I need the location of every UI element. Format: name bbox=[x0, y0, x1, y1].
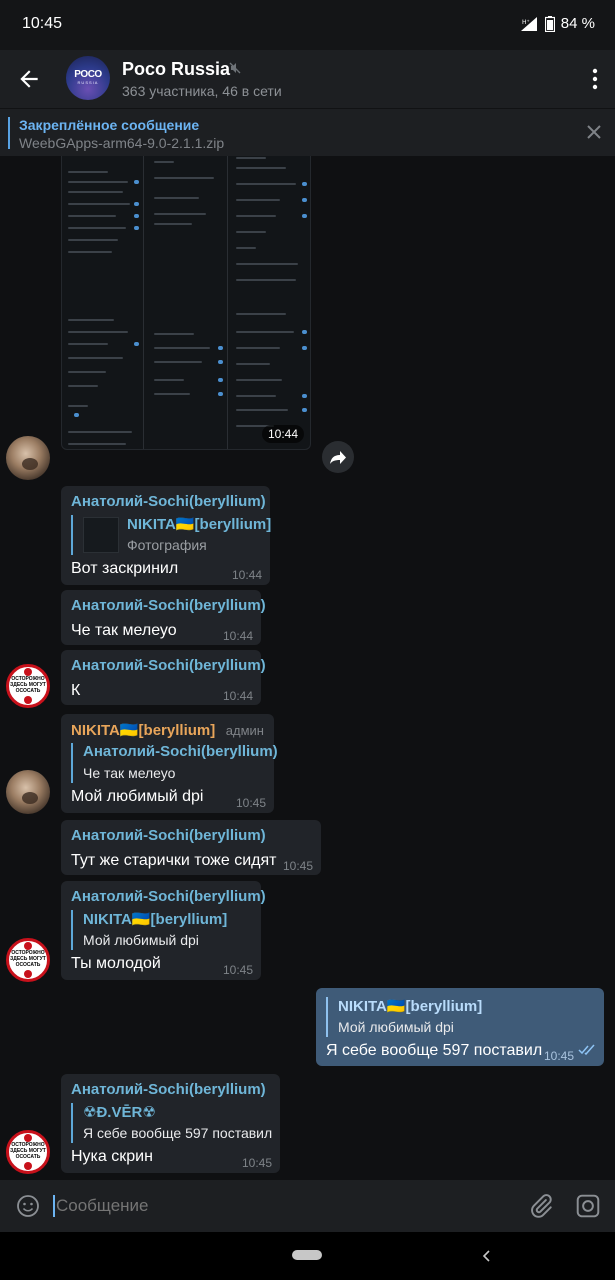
reply-name: Анатолий-Sochi(beryllium) bbox=[83, 743, 278, 760]
close-icon[interactable] bbox=[585, 123, 603, 141]
pinned-bar bbox=[8, 117, 10, 149]
message-bubble[interactable]: Анатолий-Sochi(beryllium) NIKITA🇺🇦[beryl… bbox=[61, 486, 271, 585]
message-input[interactable] bbox=[56, 1196, 456, 1216]
group-title[interactable]: Poco Russia bbox=[122, 59, 230, 80]
reply-text: Мой любимый dpi bbox=[338, 1019, 454, 1035]
reply-name: NIKITA🇺🇦[beryllium] bbox=[338, 998, 483, 1015]
sender-name[interactable]: Анатолий-Sochi(beryllium) bbox=[71, 657, 266, 674]
message-bubble[interactable]: NIKITA🇺🇦[beryllium] админ Анатолий-Sochi… bbox=[61, 714, 278, 813]
svg-text:H⁺: H⁺ bbox=[522, 19, 530, 26]
reply-preview[interactable]: NIKITA🇺🇦[beryllium] Мой любимый dpi bbox=[71, 910, 253, 950]
emoji-icon[interactable] bbox=[16, 1194, 40, 1218]
text-caret bbox=[53, 1195, 55, 1217]
avatar-anatoliy-sign[interactable]: ОСТОРОЖНО ЗДЕСЬ МОГУТ ОСОСАТЬ bbox=[6, 1130, 50, 1174]
reply-thumbnail bbox=[83, 517, 119, 553]
message-text: Мой любимый dpi bbox=[71, 788, 204, 805]
more-menu-icon[interactable] bbox=[591, 67, 599, 91]
nav-back-icon[interactable] bbox=[480, 1246, 492, 1266]
group-avatar-sub: RUSSIA bbox=[77, 80, 99, 85]
reply-text: Фотография bbox=[127, 537, 207, 553]
message-text: Тут же старички тоже сидят bbox=[71, 852, 277, 869]
group-avatar[interactable]: POCO RUSSIA bbox=[66, 56, 110, 100]
status-icons: H⁺ 84 % bbox=[520, 15, 595, 32]
battery-percent: 84 % bbox=[560, 15, 595, 32]
battery-icon bbox=[544, 15, 555, 32]
avatar-anatoliy[interactable] bbox=[6, 436, 50, 480]
back-arrow-icon[interactable] bbox=[16, 66, 42, 92]
sender-name[interactable]: Анатолий-Sochi(beryllium) bbox=[71, 1081, 266, 1098]
outgoing-message-bubble[interactable]: NIKITA🇺🇦[beryllium] Мой любимый dpi Я се… bbox=[316, 988, 604, 1066]
chat-header: POCO RUSSIA Poco Russia 363 участника, 4… bbox=[0, 50, 615, 108]
pinned-title: Закреплённое сообщение bbox=[19, 117, 200, 133]
reply-text: Я себе вообще 597 поставил bbox=[83, 1125, 273, 1141]
reply-preview[interactable]: Анатолий-Sochi(beryllium) Че так мелеуо bbox=[71, 743, 278, 783]
reply-name: NIKITA🇺🇦[beryllium] bbox=[83, 911, 228, 928]
mute-icon bbox=[229, 62, 241, 74]
sender-name[interactable]: Анатолий-Sochi(beryllium) bbox=[71, 493, 266, 510]
message-time: 10:45 bbox=[241, 1156, 272, 1170]
reply-text: Че так мелеуо bbox=[83, 765, 176, 781]
signal-icon: H⁺ bbox=[520, 16, 537, 31]
message-text: Ты молодой bbox=[71, 955, 161, 972]
message-time: 10:45 bbox=[543, 1049, 574, 1063]
reply-name: NIKITA🇺🇦[beryllium] bbox=[127, 516, 272, 533]
status-time: 10:45 bbox=[22, 15, 63, 32]
screenshot-col-3 bbox=[230, 156, 310, 449]
photo-time: 10:44 bbox=[261, 425, 304, 443]
system-nav-bar bbox=[0, 1232, 615, 1280]
members-count: 363 участника, 46 в сети bbox=[122, 83, 282, 99]
sender-name[interactable]: NIKITA🇺🇦[beryllium] bbox=[71, 721, 215, 739]
message-text: К bbox=[71, 682, 81, 699]
group-avatar-logo: POCO bbox=[74, 69, 102, 80]
reply-preview[interactable]: NIKITA🇺🇦[beryllium] Мой любимый dpi bbox=[326, 997, 586, 1037]
avatar-sign-text: ОСТОРОЖНО ЗДЕСЬ МОГУТ ОСОСАТЬ bbox=[10, 676, 46, 694]
message-bubble[interactable]: Анатолий-Sochi(beryllium) NIKITA🇺🇦[beryl… bbox=[61, 881, 266, 980]
message-bubble[interactable]: Анатолий-Sochi(beryllium) Тут же старичк… bbox=[61, 820, 321, 875]
message-text: Я себе вообще 597 поставил bbox=[326, 1042, 543, 1059]
sender-name[interactable]: Анатолий-Sochi(beryllium) bbox=[71, 597, 266, 614]
screenshot-col-1 bbox=[62, 156, 144, 449]
avatar-anatoliy-sign[interactable]: ОСТОРОЖНО ЗДЕСЬ МОГУТ ОСОСАТЬ bbox=[6, 664, 50, 708]
admin-badge: админ bbox=[225, 723, 264, 738]
message-text: Нука скрин bbox=[71, 1148, 153, 1165]
photo-message[interactable]: 10:44 bbox=[61, 156, 311, 450]
message-time: 10:45 bbox=[282, 859, 313, 873]
reply-preview[interactable]: ☢Ð.VĒR☢ Я себе вообще 597 поставил bbox=[71, 1103, 273, 1143]
message-text: Че так мелеуо bbox=[71, 622, 177, 639]
message-time: 10:44 bbox=[222, 689, 253, 703]
message-bubble[interactable]: Анатолий-Sochi(beryllium) К 10:44 bbox=[61, 650, 266, 705]
double-check-icon bbox=[578, 1044, 595, 1056]
message-bubble[interactable]: Анатолий-Sochi(beryllium) ☢Ð.VĒR☢ Я себе… bbox=[61, 1074, 280, 1173]
message-text: Вот заскринил bbox=[71, 560, 179, 577]
reply-name: ☢Ð.VĒR☢ bbox=[83, 1104, 156, 1121]
share-button[interactable] bbox=[322, 441, 354, 473]
attach-icon[interactable] bbox=[528, 1193, 554, 1219]
avatar-anatoliy-sign[interactable]: ОСТОРОЖНО ЗДЕСЬ МОГУТ ОСОСАТЬ bbox=[6, 938, 50, 982]
home-button[interactable] bbox=[292, 1250, 322, 1260]
sender-name[interactable]: Анатолий-Sochi(beryllium) bbox=[71, 827, 266, 844]
camera-icon[interactable] bbox=[575, 1193, 601, 1219]
message-bubble[interactable]: Анатолий-Sochi(beryllium) Че так мелеуо … bbox=[61, 590, 266, 645]
avatar-sign-text: ОСТОРОЖНО ЗДЕСЬ МОГУТ ОСОСАТЬ bbox=[10, 950, 46, 968]
avatar-sign-text: ОСТОРОЖНО ЗДЕСЬ МОГУТ ОСОСАТЬ bbox=[10, 1142, 46, 1160]
status-bar: 10:45 H⁺ 84 % bbox=[0, 0, 615, 50]
reply-text: Мой любимый dpi bbox=[83, 932, 199, 948]
reply-preview[interactable]: NIKITA🇺🇦[beryllium] Фотография bbox=[71, 515, 271, 555]
message-time: 10:45 bbox=[235, 796, 266, 810]
share-icon bbox=[330, 451, 346, 464]
pinned-message[interactable]: Закреплённое сообщение WeebGApps-arm64-9… bbox=[0, 108, 615, 156]
message-input-bar bbox=[0, 1180, 615, 1232]
chat-area[interactable]: 10:44 Анатолий-Sochi(beryllium) NIKITA🇺🇦… bbox=[0, 156, 615, 1180]
screenshot-col-2 bbox=[146, 156, 228, 449]
message-time: 10:44 bbox=[222, 629, 253, 643]
sender-name[interactable]: Анатолий-Sochi(beryllium) bbox=[71, 888, 266, 905]
message-time: 10:45 bbox=[222, 963, 253, 977]
pinned-text: WeebGApps-arm64-9.0-2.1.1.zip bbox=[19, 135, 225, 151]
avatar-nikita[interactable] bbox=[6, 770, 50, 814]
message-time: 10:44 bbox=[231, 568, 262, 582]
